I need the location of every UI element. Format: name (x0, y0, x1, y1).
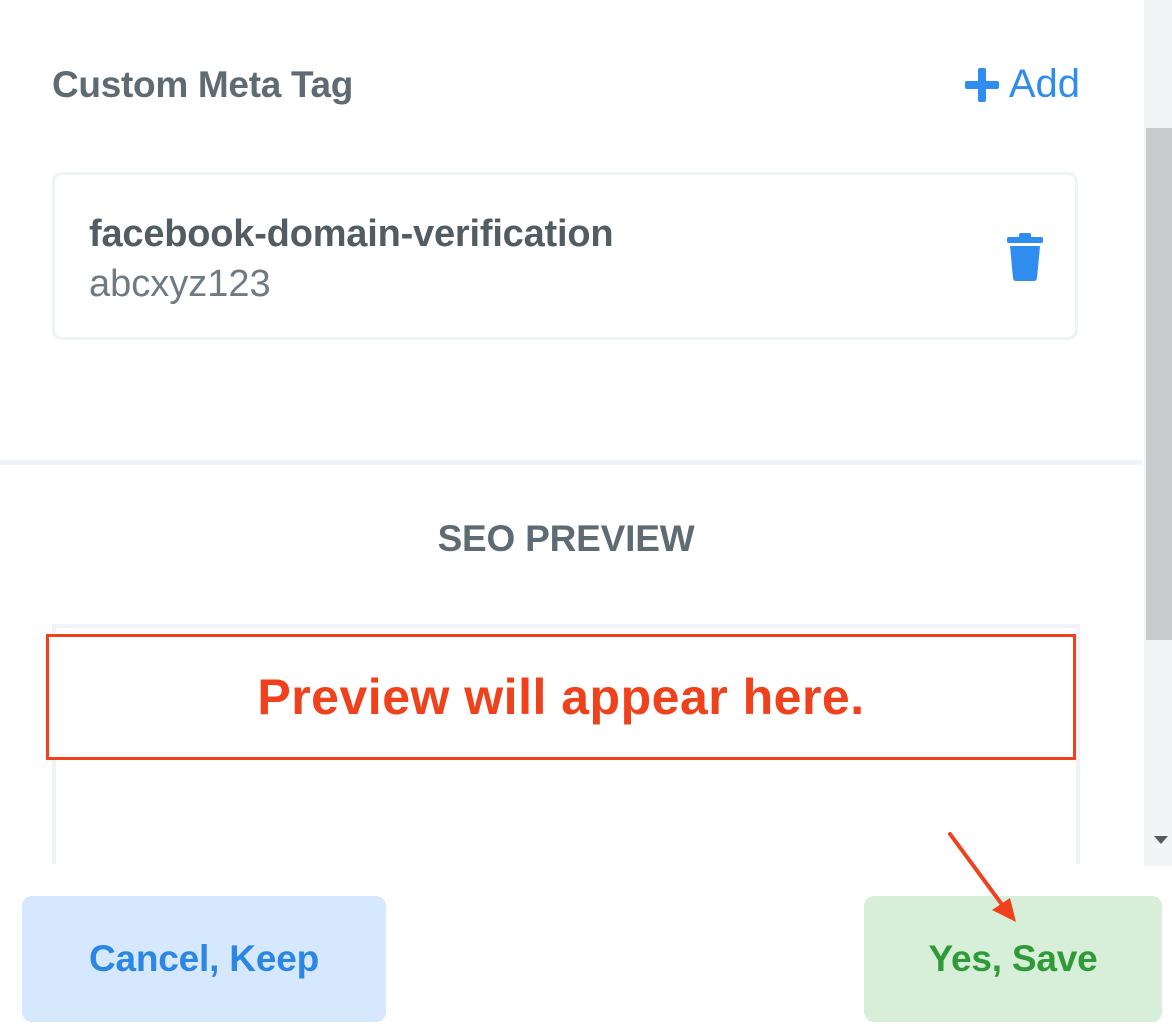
add-meta-tag-button[interactable]: Add (964, 62, 1080, 107)
scroll-down-arrow-icon[interactable] (1154, 836, 1168, 844)
preview-placeholder-text: Preview will appear here. (257, 669, 865, 725)
seo-preview-title: SEO PREVIEW (437, 518, 695, 559)
vertical-scrollbar[interactable] (1144, 0, 1172, 866)
annotation-arrow-icon (948, 832, 1016, 922)
preview-placeholder-callout: Preview will appear here. (46, 634, 1076, 760)
plus-icon (964, 67, 999, 102)
cancel-keep-button[interactable]: Cancel, Keep (22, 896, 386, 1022)
add-meta-tag-label: Add (1008, 62, 1080, 106)
trash-icon[interactable] (1005, 233, 1045, 281)
meta-tags-panel: Custom Meta Tag Add facebook-domain-veri… (0, 0, 1172, 1030)
custom-meta-tag-title: Custom Meta Tag (52, 64, 354, 105)
scrollbar-thumb[interactable] (1146, 128, 1172, 640)
meta-tag-value: abcxyz123 (89, 263, 271, 305)
meta-tag-name: facebook-domain-verification (89, 213, 614, 255)
section-divider (0, 460, 1142, 465)
meta-tag-card: facebook-domain-verification abcxyz123 (52, 172, 1078, 340)
